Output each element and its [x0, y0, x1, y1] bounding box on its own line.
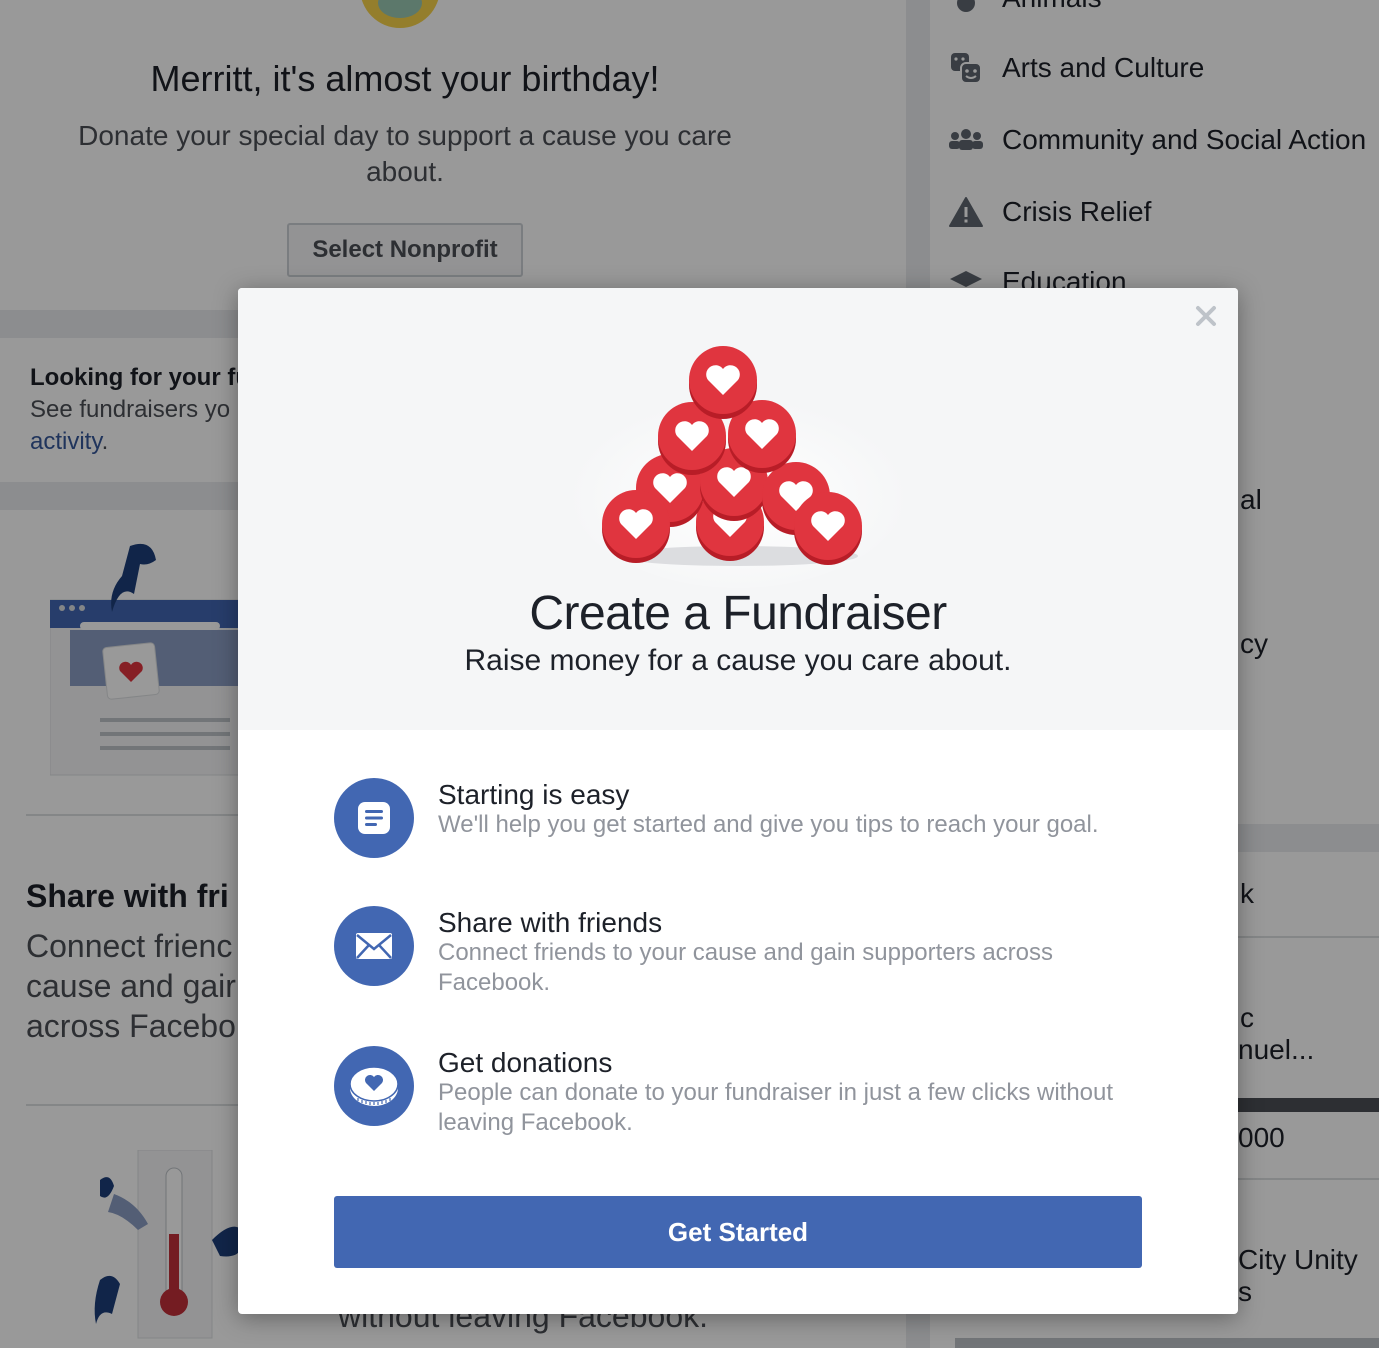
feature-description: People can donate to your fundraiser in …: [438, 1079, 1114, 1136]
close-button[interactable]: [1192, 302, 1220, 330]
create-fundraiser-dialog: Create a Fundraiser Raise money for a ca…: [238, 288, 1238, 1314]
feature-title: Get donations: [438, 1047, 613, 1078]
dialog-subtitle: Raise money for a cause you care about.: [464, 644, 1012, 677]
feature-title: Share with friends: [438, 907, 663, 938]
feature-description: Connect friends to your cause and gain s…: [438, 939, 1054, 996]
dialog-title: Create a Fundraiser: [529, 587, 947, 640]
heart-coin-icon: [334, 1046, 414, 1126]
feature-title: Starting is easy: [438, 779, 630, 810]
dialog-header: Create a Fundraiser Raise money for a ca…: [238, 288, 1238, 730]
close-icon: [1196, 306, 1216, 326]
feature-starting-is-easy: Starting is easy We'll help you get star…: [334, 778, 1154, 868]
feature-share-with-friends: Share with friends Connect friends to yo…: [334, 906, 1154, 1006]
get-started-button[interactable]: Get Started: [334, 1196, 1142, 1268]
heart-tokens-illustration: [568, 346, 908, 588]
envelope-icon: [334, 906, 414, 986]
document-icon: [334, 778, 414, 858]
feature-get-donations: Get donations People can donate to your …: [334, 1046, 1154, 1146]
feature-description: We'll help you get started and give you …: [438, 811, 1099, 838]
